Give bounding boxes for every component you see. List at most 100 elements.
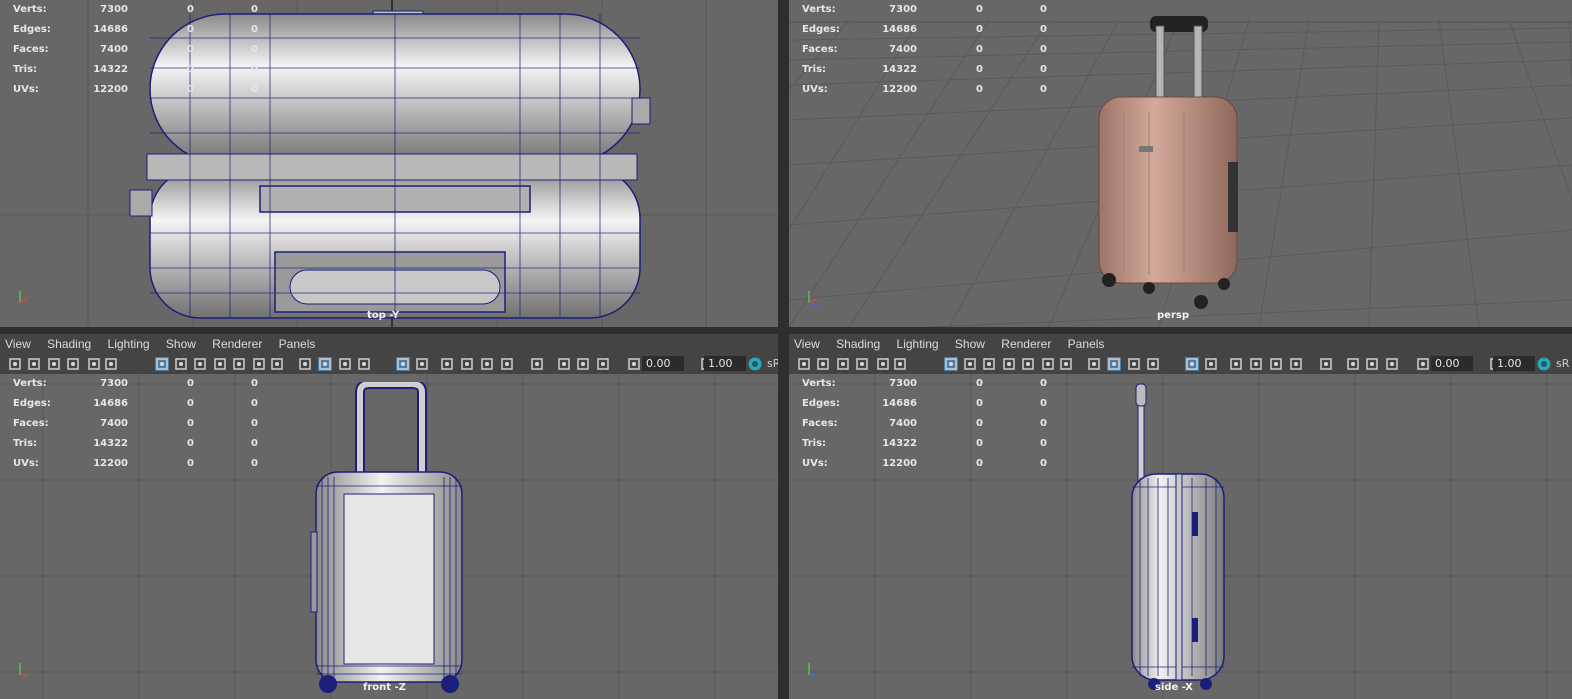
axis-gizmo-icon [808, 291, 818, 305]
safe-action-icon[interactable] [252, 357, 266, 371]
film-gate-icon[interactable] [174, 357, 188, 371]
exposure-field[interactable]: 0.00 [1431, 356, 1473, 371]
motion-blur-icon[interactable] [1269, 357, 1283, 371]
menu-lighting[interactable]: Lighting [897, 334, 939, 354]
axis-gizmo-icon [808, 663, 817, 676]
menu-view[interactable]: View [5, 334, 31, 354]
2d-pan-icon[interactable] [87, 357, 101, 371]
default-material-icon[interactable] [1127, 357, 1141, 371]
panel-divider[interactable] [778, 0, 789, 699]
viewport-label: top -Y [367, 310, 400, 321]
viewport-label: persp [1157, 310, 1189, 321]
wireframe-icon[interactable] [1087, 357, 1101, 371]
grid-icon[interactable] [155, 357, 169, 371]
safe-action-icon[interactable] [1041, 357, 1055, 371]
exposure-icon[interactable] [627, 357, 641, 371]
gamma-field[interactable]: 1.00 [1493, 356, 1535, 371]
viewport-side[interactable]: side -X Verts: 7300 0 0 Edges: 14686 0 0 Faces… [789, 374, 1572, 699]
safe-title-icon[interactable] [270, 357, 284, 371]
menu-show[interactable]: Show [955, 334, 985, 354]
panel-menubar: View Shading Lighting Show Renderer Pane… [789, 334, 1572, 354]
default-material-icon[interactable] [338, 357, 352, 371]
suitcase-persp-render [1098, 16, 1238, 309]
use-all-lights-icon[interactable] [415, 357, 429, 371]
xray-icon[interactable] [1185, 357, 1199, 371]
viewport-top[interactable]: top -Y Verts: 7300 0 0 Edges: 14686 0 0 Faces:… [0, 0, 778, 327]
anti-aliasing-icon[interactable] [500, 357, 514, 371]
bookmark-icon[interactable] [836, 357, 850, 371]
suitcase-front-wireframe [310, 382, 463, 693]
gamma-field[interactable]: 1.00 [704, 356, 746, 371]
color-management-icon[interactable] [1537, 357, 1551, 371]
xray-active-icon[interactable] [1385, 357, 1399, 371]
ambient-occlusion-icon[interactable] [1249, 357, 1263, 371]
smooth-shade-icon[interactable] [1107, 357, 1121, 371]
resolution-gate-icon[interactable] [193, 357, 207, 371]
panel-divider[interactable] [0, 327, 1572, 334]
shadows-icon[interactable] [1229, 357, 1243, 371]
xray-icon[interactable] [396, 357, 410, 371]
panel-toolbar: 0.00 1.00 sR [0, 354, 780, 374]
viewport-label: front -Z [363, 682, 406, 693]
shadows-icon[interactable] [440, 357, 454, 371]
resolution-gate-icon[interactable] [982, 357, 996, 371]
image-plane-icon[interactable] [855, 357, 869, 371]
wireframe-on-shaded-icon[interactable] [357, 357, 371, 371]
film-gate-icon[interactable] [963, 357, 977, 371]
2d-pan-icon[interactable] [876, 357, 890, 371]
motion-blur-icon[interactable] [480, 357, 494, 371]
image-plane-icon[interactable] [66, 357, 80, 371]
depth-of-field-icon[interactable] [1319, 357, 1333, 371]
grease-pencil-icon[interactable] [104, 357, 118, 371]
menu-renderer[interactable]: Renderer [212, 334, 262, 354]
xray-joints-icon[interactable] [1365, 357, 1379, 371]
menu-shading[interactable]: Shading [836, 334, 880, 354]
axis-gizmo-icon [19, 291, 29, 304]
smooth-shade-icon[interactable] [318, 357, 332, 371]
anti-aliasing-icon[interactable] [1289, 357, 1303, 371]
gate-mask-icon[interactable] [213, 357, 227, 371]
field-chart-icon[interactable] [232, 357, 246, 371]
color-space-label[interactable]: sR [1556, 357, 1569, 370]
field-chart-icon[interactable] [1021, 357, 1035, 371]
menu-renderer[interactable]: Renderer [1001, 334, 1051, 354]
camera-icon[interactable] [8, 357, 22, 371]
bookmark-icon[interactable] [47, 357, 61, 371]
camera-icon[interactable] [797, 357, 811, 371]
poly-count-hud: Verts: 7300 0 0 Edges: 14686 0 0 Faces: 7400 0 0 … [802, 4, 1047, 95]
suitcase-side-wireframe [1131, 383, 1225, 690]
use-all-lights-icon[interactable] [1204, 357, 1218, 371]
viewport-persp[interactable]: persp Verts: 7300 0 0 Edges: 14686 0 0 Faces: 7… [789, 0, 1572, 327]
exposure-field[interactable]: 0.00 [642, 356, 684, 371]
gate-mask-icon[interactable] [1002, 357, 1016, 371]
camera-attributes-icon[interactable] [816, 357, 830, 371]
wireframe-icon[interactable] [298, 357, 312, 371]
menu-panels[interactable]: Panels [1068, 334, 1105, 354]
menu-lighting[interactable]: Lighting [108, 334, 150, 354]
color-management-icon[interactable] [748, 357, 762, 371]
wireframe-on-shaded-icon[interactable] [1146, 357, 1160, 371]
safe-title-icon[interactable] [1059, 357, 1073, 371]
grid-icon[interactable] [944, 357, 958, 371]
depth-of-field-icon[interactable] [530, 357, 544, 371]
isolate-select-icon[interactable] [1346, 357, 1360, 371]
grease-pencil-icon[interactable] [893, 357, 907, 371]
isolate-select-icon[interactable] [557, 357, 571, 371]
exposure-icon[interactable] [1416, 357, 1430, 371]
poly-count-hud: Verts: 7300 0 0 Edges: 14686 0 0 Faces: 7400 0 0 … [802, 378, 1047, 469]
xray-active-icon[interactable] [596, 357, 610, 371]
axis-gizmo-icon [19, 663, 28, 676]
ambient-occlusion-icon[interactable] [460, 357, 474, 371]
camera-attributes-icon[interactable] [27, 357, 41, 371]
viewport-label: side -X [1155, 682, 1193, 693]
panel-toolbar: 0.00 1.00 sR [789, 354, 1572, 374]
poly-count-hud: Verts: 7300 0 0 Edges: 14686 0 0 Faces: 7400 0 0 … [13, 4, 258, 95]
viewport-front[interactable]: front -Z Verts: 7300 0 0 Edges: 14686 0 0 Face… [0, 374, 778, 699]
menu-view[interactable]: View [794, 334, 820, 354]
panel-menubar: View Shading Lighting Show Renderer Pane… [0, 334, 778, 354]
menu-panels[interactable]: Panels [279, 334, 316, 354]
poly-count-hud: Verts: 7300 0 0 Edges: 14686 0 0 Faces: 7400 0 0 … [13, 378, 258, 469]
menu-show[interactable]: Show [166, 334, 196, 354]
menu-shading[interactable]: Shading [47, 334, 91, 354]
xray-joints-icon[interactable] [576, 357, 590, 371]
